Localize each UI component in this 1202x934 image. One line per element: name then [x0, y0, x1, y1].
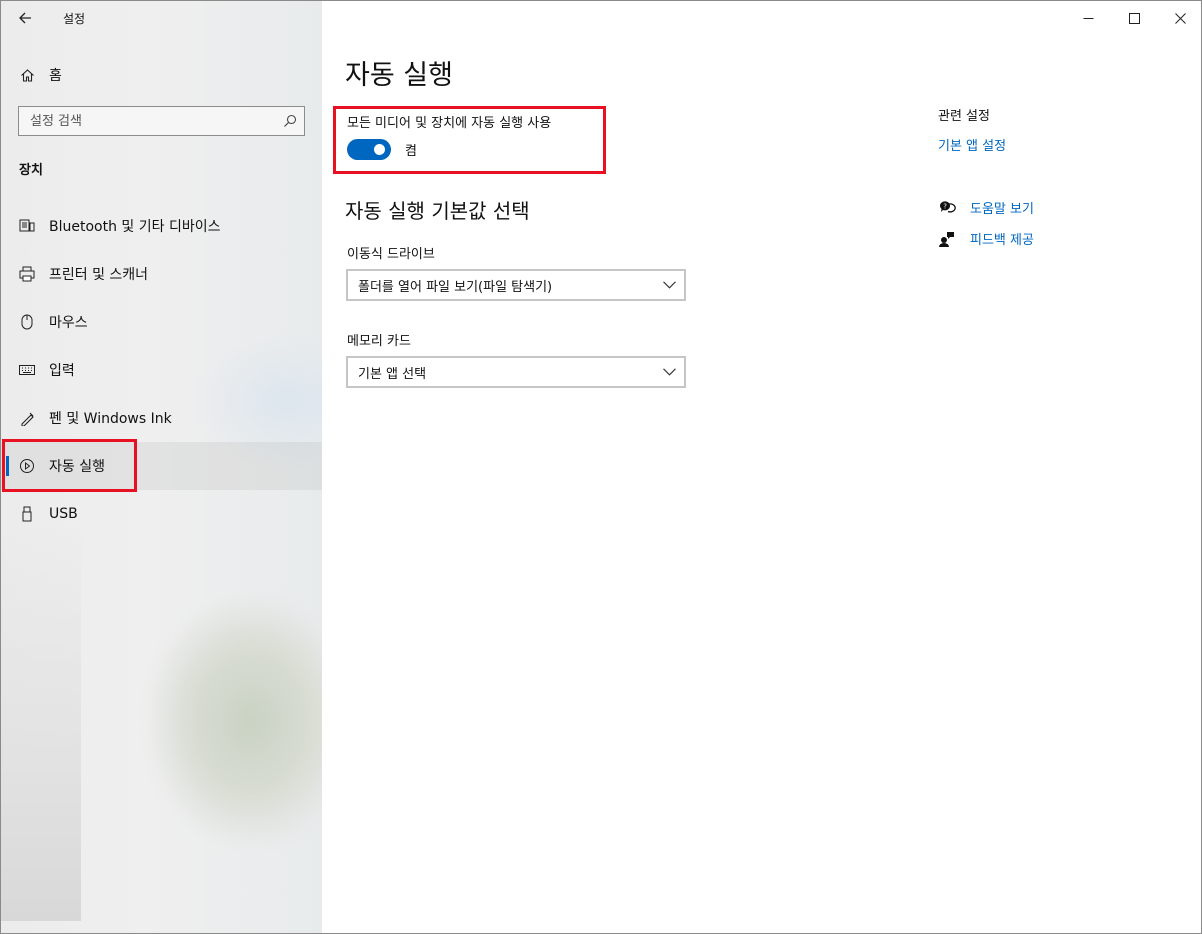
search-input[interactable]	[19, 107, 276, 135]
close-icon	[1174, 12, 1186, 24]
sidebar-item-usb[interactable]: USB	[1, 490, 322, 538]
memory-card-label: 메모리 카드	[347, 334, 411, 349]
sidebar-item-printers[interactable]: 프린터 및 스캐너	[1, 250, 322, 298]
page-title: 자동 실행	[345, 60, 453, 91]
sidebar-item-typing[interactable]: 입력	[1, 346, 322, 394]
minimize-icon	[1083, 17, 1093, 19]
toggle-state-text: 켬	[405, 144, 417, 159]
close-button[interactable]	[1157, 1, 1201, 35]
main-content: 자동 실행 모든 미디어 및 장치에 자동 실행 사용 켬 자동 실행 기본값 …	[322, 1, 1201, 933]
sidebar-item-label: Bluetooth 및 기타 디바이스	[49, 219, 221, 235]
settings-window: 설정 홈 장치 Bluetooth 및 기타 디바이스	[0, 0, 1202, 934]
title-bar: 설정	[1, 1, 322, 35]
keyboard-icon	[19, 362, 35, 378]
maximize-button[interactable]	[1111, 1, 1157, 35]
search-box[interactable]	[18, 106, 305, 136]
sidebar: 설정 홈 장치 Bluetooth 및 기타 디바이스	[1, 1, 322, 933]
sidebar-section-title: 장치	[19, 163, 43, 178]
sidebar-item-label: 펜 및 Windows Ink	[49, 411, 172, 427]
autoplay-toggle-label: 모든 미디어 및 장치에 자동 실행 사용	[347, 116, 552, 131]
mouse-icon	[19, 314, 35, 330]
home-icon	[19, 67, 35, 83]
autoplay-toggle[interactable]	[347, 139, 391, 160]
default-apps-link[interactable]: 기본 앱 설정	[938, 135, 1198, 154]
printer-icon	[19, 266, 35, 282]
chevron-down-icon	[654, 281, 684, 289]
sidebar-item-pen[interactable]: 펜 및 Windows Ink	[1, 394, 322, 442]
removable-drive-label: 이동식 드라이브	[347, 247, 435, 262]
maximize-icon	[1128, 12, 1140, 24]
feedback-row[interactable]: 피드백 제공	[938, 229, 1034, 248]
help-link[interactable]: 도움말 보기	[970, 198, 1034, 217]
sidebar-item-autoplay[interactable]: 자동 실행	[1, 442, 322, 490]
app-title: 설정	[63, 11, 86, 26]
autoplay-icon	[19, 458, 35, 474]
search-icon[interactable]	[276, 114, 304, 128]
related-settings: 관련 설정 기본 앱 설정	[938, 105, 1198, 154]
autoplay-toggle-row: 켬	[347, 139, 417, 160]
sidebar-item-label: 입력	[49, 363, 75, 379]
removable-drive-dropdown[interactable]: 폴더를 열어 파일 보기(파일 탐색기)	[346, 269, 686, 301]
back-button[interactable]	[1, 1, 49, 35]
sidebar-item-label: 프린터 및 스캐너	[49, 267, 149, 283]
sidebar-item-label: 자동 실행	[49, 459, 105, 475]
memory-card-dropdown[interactable]: 기본 앱 선택	[346, 356, 686, 388]
defaults-heading: 자동 실행 기본값 선택	[345, 199, 530, 223]
sidebar-nav-list: Bluetooth 및 기타 디바이스 프린터 및 스캐너 마우스 입력 펜 및…	[1, 202, 322, 538]
sidebar-item-label: USB	[49, 506, 78, 522]
pen-icon	[19, 410, 35, 426]
sidebar-item-mouse[interactable]: 마우스	[1, 298, 322, 346]
help-chat-icon: ?	[938, 199, 956, 217]
minimize-button[interactable]	[1065, 1, 1111, 35]
chevron-down-icon	[654, 368, 684, 376]
caption-buttons	[1065, 1, 1201, 35]
usb-icon	[19, 506, 35, 522]
memory-card-value: 기본 앱 선택	[358, 366, 427, 382]
feedback-link[interactable]: 피드백 제공	[970, 229, 1034, 248]
back-arrow-icon	[19, 12, 31, 24]
sidebar-item-label: 마우스	[49, 315, 88, 331]
bluetooth-devices-icon	[19, 218, 35, 234]
svg-text:?: ?	[943, 202, 947, 210]
sidebar-item-bluetooth[interactable]: Bluetooth 및 기타 디바이스	[1, 202, 322, 250]
related-settings-title: 관련 설정	[938, 109, 990, 124]
sidebar-item-label: 홈	[49, 68, 62, 84]
sidebar-item-home[interactable]: 홈	[1, 57, 322, 93]
help-row[interactable]: ? 도움말 보기	[938, 198, 1034, 217]
removable-drive-value: 폴더를 열어 파일 보기(파일 탐색기)	[358, 279, 553, 295]
feedback-icon	[938, 230, 956, 248]
